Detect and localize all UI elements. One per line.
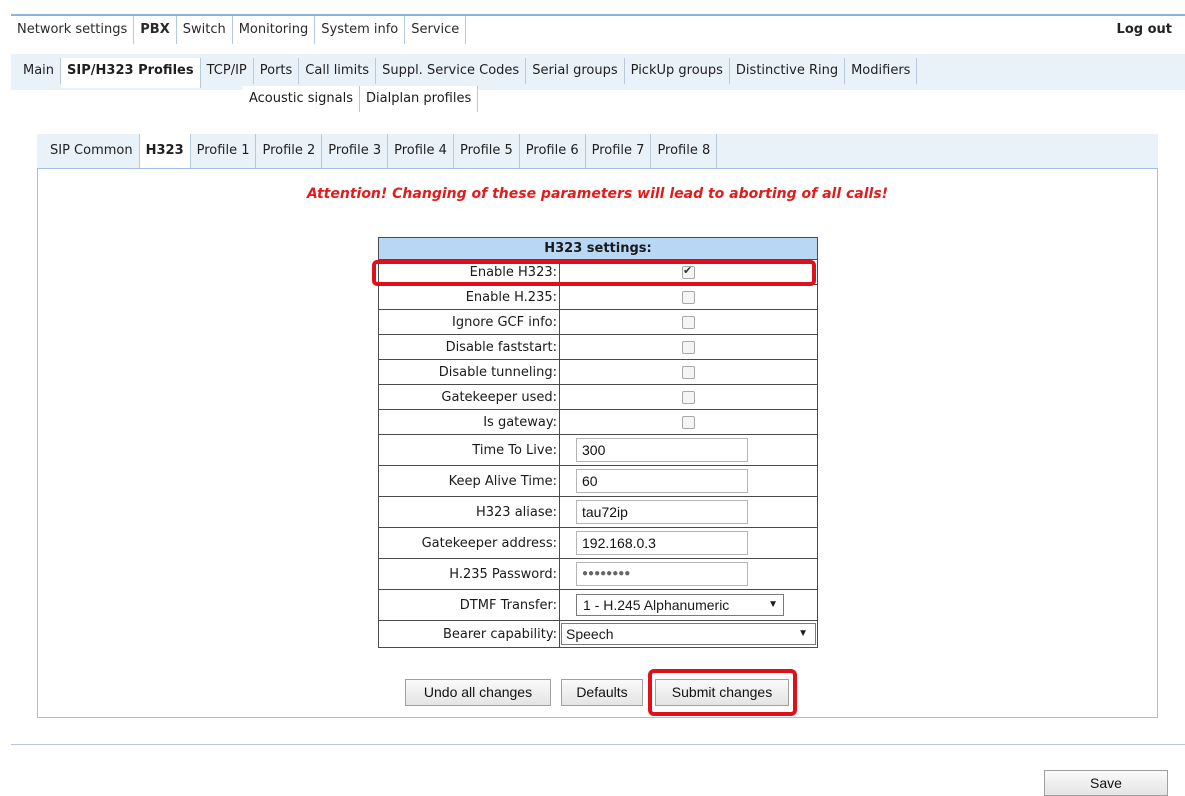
- sub-nav-row-2: Acoustic signals Dialplan profiles: [243, 86, 479, 112]
- profile-tab-h323[interactable]: H323: [139, 134, 191, 168]
- keep-alive-time-label: Keep Alive Time:: [378, 465, 560, 497]
- profile-tab-5[interactable]: Profile 5: [454, 134, 520, 168]
- enable-h323-checkbox[interactable]: [682, 264, 695, 279]
- table-row: Time To Live: 300: [378, 434, 818, 466]
- table-row: Disable tunneling:: [378, 359, 818, 385]
- table-row: Bearer capability: Speech ▼: [378, 620, 818, 648]
- sub-nav: Main SIP/H323 Profiles TCP/IP Ports Call…: [17, 58, 1117, 88]
- h323-aliase-input[interactable]: tau72ip: [576, 500, 748, 524]
- profile-tab-sip-common[interactable]: SIP Common: [44, 134, 140, 168]
- table-row: H323 aliase: tau72ip: [378, 496, 818, 528]
- profile-tab-8[interactable]: Profile 8: [651, 134, 718, 168]
- gatekeeper-used-checkbox[interactable]: [682, 390, 695, 404]
- submit-changes-button[interactable]: Submit changes: [655, 679, 789, 706]
- logout-link[interactable]: Log out: [1117, 16, 1172, 44]
- time-to-live-label: Time To Live:: [378, 434, 560, 466]
- sub-tab-suppl-service-codes[interactable]: Suppl. Service Codes: [376, 58, 527, 84]
- table-row: Is gateway:: [378, 409, 818, 435]
- gatekeeper-address-input[interactable]: 192.168.0.3: [576, 531, 748, 555]
- time-to-live-input[interactable]: 300: [576, 438, 748, 462]
- table-row: DTMF Transfer: 1 - H.245 Alphanumeric ▼: [378, 589, 818, 621]
- disable-tunneling-checkbox[interactable]: [682, 365, 695, 379]
- h323-settings-table: H323 settings: Enable H323: Enable H.235…: [378, 237, 818, 648]
- table-row: Enable H323:: [378, 259, 818, 285]
- top-tab-service[interactable]: Service: [405, 16, 467, 44]
- sub-tab-dialplan-profiles[interactable]: Dialplan profiles: [360, 86, 479, 112]
- sub-tab-tcp-ip[interactable]: TCP/IP: [201, 58, 254, 84]
- table-row: Gatekeeper used:: [378, 384, 818, 410]
- top-tab-network-settings[interactable]: Network settings: [11, 16, 135, 44]
- disable-faststart-label: Disable faststart:: [378, 334, 560, 360]
- profile-tab-4[interactable]: Profile 4: [388, 134, 454, 168]
- sub-tab-modifiers[interactable]: Modifiers: [845, 58, 918, 84]
- top-tab-switch[interactable]: Switch: [177, 16, 233, 44]
- gatekeeper-address-label: Gatekeeper address:: [378, 527, 560, 559]
- undo-all-changes-button[interactable]: Undo all changes: [405, 679, 551, 706]
- h323-aliase-label: H323 aliase:: [378, 496, 560, 528]
- table-row: H.235 Password: ●●●●●●●●: [378, 558, 818, 590]
- gatekeeper-used-label: Gatekeeper used:: [378, 384, 560, 410]
- table-row: Ignore GCF info:: [378, 309, 818, 335]
- sub-tab-distinctive-ring[interactable]: Distinctive Ring: [730, 58, 846, 84]
- sub-tab-sip-h323-profiles[interactable]: SIP/H323 Profiles: [61, 58, 201, 88]
- h235-password-input[interactable]: ●●●●●●●●: [576, 562, 748, 586]
- keep-alive-time-input[interactable]: 60: [576, 469, 748, 493]
- defaults-button[interactable]: Defaults: [561, 679, 643, 706]
- profile-tab-6[interactable]: Profile 6: [520, 134, 586, 168]
- sub-tab-pickup-groups[interactable]: PickUp groups: [625, 58, 730, 84]
- dtmf-transfer-label: DTMF Transfer:: [378, 589, 560, 621]
- profile-tab-3[interactable]: Profile 3: [322, 134, 389, 168]
- disable-tunneling-label: Disable tunneling:: [378, 359, 560, 385]
- table-row: Keep Alive Time: 60: [378, 465, 818, 497]
- profile-tab-1[interactable]: Profile 1: [191, 134, 257, 168]
- table-row: Enable H.235:: [378, 284, 818, 310]
- enable-h323-label: Enable H323:: [378, 259, 560, 285]
- top-nav: Network settings PBX Switch Monitoring S…: [11, 16, 467, 44]
- dtmf-transfer-value: 1 - H.245 Alphanumeric: [583, 597, 730, 613]
- attention-warning: Attention! Changing of these parameters …: [306, 186, 889, 202]
- enable-h235-label: Enable H.235:: [378, 284, 560, 310]
- sub-tab-serial-groups[interactable]: Serial groups: [526, 58, 625, 84]
- disable-faststart-checkbox[interactable]: [682, 340, 695, 354]
- sub-tab-acoustic-signals[interactable]: Acoustic signals: [243, 86, 360, 112]
- bearer-capability-select[interactable]: Speech ▼: [561, 623, 816, 645]
- profile-tab-2[interactable]: Profile 2: [256, 134, 323, 168]
- table-row: Disable faststart:: [378, 334, 818, 360]
- bearer-capability-value: Speech: [566, 626, 614, 642]
- profile-tab-7[interactable]: Profile 7: [586, 134, 652, 168]
- sub-tab-ports[interactable]: Ports: [254, 58, 300, 84]
- ignore-gcf-info-label: Ignore GCF info:: [378, 309, 560, 335]
- bearer-capability-label: Bearer capability:: [378, 620, 560, 648]
- chevron-down-icon: ▼: [798, 628, 808, 639]
- sub-tab-call-limits[interactable]: Call limits: [299, 58, 377, 84]
- sub-tab-main[interactable]: Main: [17, 58, 62, 84]
- save-button[interactable]: Save: [1044, 770, 1168, 796]
- top-tab-pbx[interactable]: PBX: [134, 16, 177, 44]
- is-gateway-label: Is gateway:: [378, 409, 560, 435]
- profile-tab-strip: SIP Common H323 Profile 1 Profile 2 Prof…: [37, 134, 1158, 168]
- settings-title: H323 settings:: [378, 237, 818, 260]
- top-tab-system-info[interactable]: System info: [315, 16, 406, 44]
- dtmf-transfer-select[interactable]: 1 - H.245 Alphanumeric ▼: [576, 594, 784, 616]
- is-gateway-checkbox[interactable]: [682, 415, 695, 429]
- chevron-down-icon: ▼: [768, 599, 778, 610]
- enable-h235-checkbox[interactable]: [682, 290, 695, 304]
- ignore-gcf-info-checkbox[interactable]: [682, 315, 695, 329]
- h235-password-label: H.235 Password:: [378, 558, 560, 590]
- table-row: Gatekeeper address: 192.168.0.3: [378, 527, 818, 559]
- top-tab-monitoring[interactable]: Monitoring: [233, 16, 316, 44]
